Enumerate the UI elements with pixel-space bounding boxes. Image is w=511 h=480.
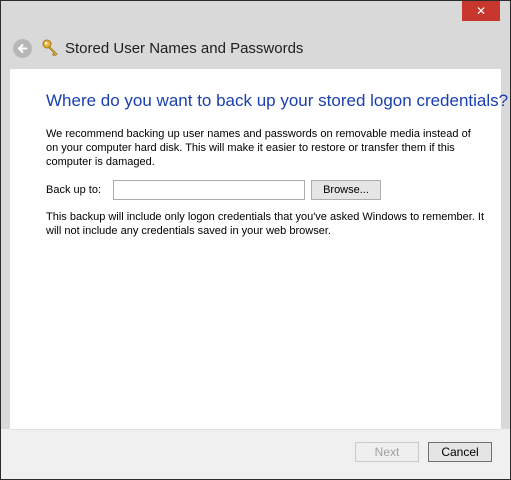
backup-path-input[interactable]	[113, 180, 305, 200]
back-button[interactable]	[13, 39, 32, 58]
page-heading: Where do you want to back up your stored…	[46, 91, 509, 110]
next-button[interactable]: Next	[355, 442, 419, 462]
dialog-window: ✕ Stored User Names and Passwords Where …	[0, 0, 511, 480]
cancel-button[interactable]: Cancel	[428, 442, 492, 462]
close-icon: ✕	[475, 4, 487, 18]
content-panel: Where do you want to back up your stored…	[10, 69, 508, 429]
close-button[interactable]: ✕	[462, 1, 500, 21]
backup-note-text: This backup will include only logon cred…	[46, 211, 485, 237]
description-text: We recommend backing up user names and p…	[46, 128, 471, 168]
footer-divider	[10, 429, 501, 430]
dialog-header: Stored User Names and Passwords	[1, 29, 510, 69]
backup-location-label: Back up to:	[46, 184, 102, 196]
back-arrow-icon	[18, 44, 28, 53]
key-icon	[42, 39, 58, 57]
window-title: Stored User Names and Passwords	[65, 40, 304, 57]
dialog-footer: Next Cancel	[1, 429, 510, 479]
browse-button[interactable]: Browse...	[311, 180, 381, 200]
